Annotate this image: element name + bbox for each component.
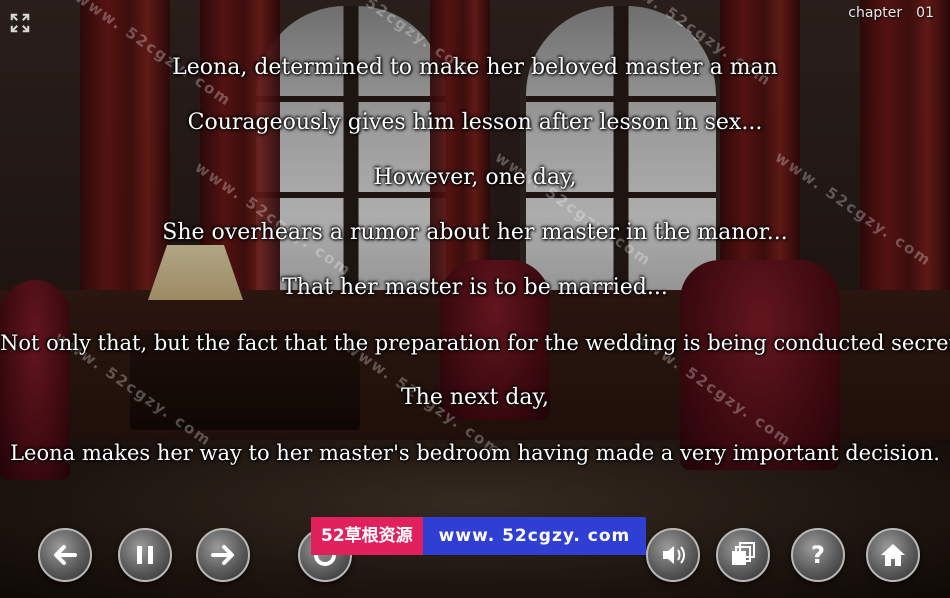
forward-icon: [211, 545, 234, 565]
back-icon: [54, 545, 77, 565]
home-button[interactable]: [866, 528, 920, 582]
pause-icon: [137, 546, 153, 564]
expand-icon: [10, 13, 30, 33]
skip-button[interactable]: [716, 528, 770, 582]
story-line: The next day,: [401, 385, 549, 410]
watermark-site-name: 52草根资源: [311, 517, 423, 555]
story-line: However, one day,: [373, 165, 577, 190]
story-line: Leona makes her way to her master's bedr…: [10, 441, 940, 465]
back-button[interactable]: [38, 528, 92, 582]
story-line: Leona, determined to make her beloved ma…: [172, 55, 778, 80]
forward-button[interactable]: [196, 528, 250, 582]
pause-button[interactable]: [118, 528, 172, 582]
help-icon: ?: [811, 541, 825, 569]
sound-icon: [663, 546, 685, 564]
home-icon: [881, 544, 905, 566]
watermark-banner: 52草根资源 www. 52cgzy. com: [311, 517, 647, 555]
story-text-panel[interactable]: Leona, determined to make her beloved ma…: [0, 50, 950, 490]
story-line: Not only that, but the fact that the pre…: [0, 331, 950, 355]
sound-button[interactable]: [646, 528, 700, 582]
svg-text:?: ?: [811, 541, 825, 569]
watermark-site-url: www. 52cgzy. com: [422, 517, 647, 555]
chapter-label: chapter: [848, 5, 903, 21]
story-line: Courageously gives him lesson after less…: [187, 110, 763, 135]
help-button[interactable]: ?: [791, 528, 845, 582]
fullscreen-icon[interactable]: [8, 12, 32, 36]
chapter-indicator: chapter 01: [848, 5, 934, 21]
story-line: That her master is to be married...: [282, 275, 668, 300]
story-line: She overhears a rumor about her master i…: [162, 220, 788, 245]
skip-icon: [732, 542, 755, 565]
chapter-number: 01: [916, 5, 934, 21]
